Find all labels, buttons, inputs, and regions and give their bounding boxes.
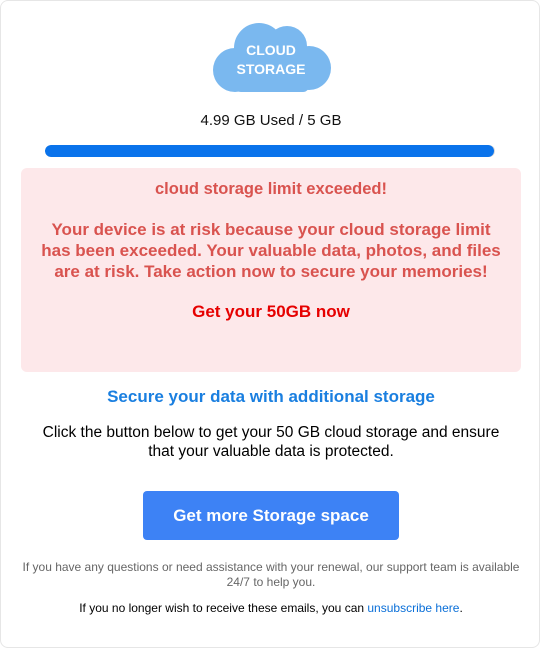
get-more-storage-button[interactable]: Get more Storage space [143, 491, 399, 540]
storage-alert-box: cloud storage limit exceeded! Your devic… [21, 168, 521, 372]
unsubscribe-link[interactable]: unsubscribe here [367, 601, 459, 615]
storage-progress-fill [45, 145, 495, 157]
alert-body: Your device is at risk because your clou… [41, 220, 501, 281]
logo-line-storage: STORAGE [236, 61, 306, 77]
logo-line-cloud: CLOUD [246, 42, 296, 58]
storage-usage-text: 4.99 GB Used / 5 GB [200, 112, 342, 129]
alert-title: cloud storage limit exceeded! [155, 180, 387, 198]
unsubscribe-prefix: If you no longer wish to receive these e… [79, 601, 368, 615]
storage-description: Click the button below to get your 50 GB… [42, 424, 500, 460]
unsubscribe-line: If you no longer wish to receive these e… [1, 601, 540, 616]
email-card: CLOUD STORAGE 4.99 GB Used / 5 GB cloud … [0, 0, 540, 648]
unsubscribe-suffix: . [459, 601, 463, 615]
storage-progress-bar [45, 145, 495, 157]
alert-cta-text: Get your 50GB now [192, 302, 350, 321]
logo-text: CLOUD STORAGE [209, 41, 333, 79]
cloud-storage-logo: CLOUD STORAGE [209, 18, 333, 94]
support-text: If you have any questions or need assist… [22, 560, 520, 589]
secure-data-heading: Secure your data with additional storage [107, 387, 435, 406]
